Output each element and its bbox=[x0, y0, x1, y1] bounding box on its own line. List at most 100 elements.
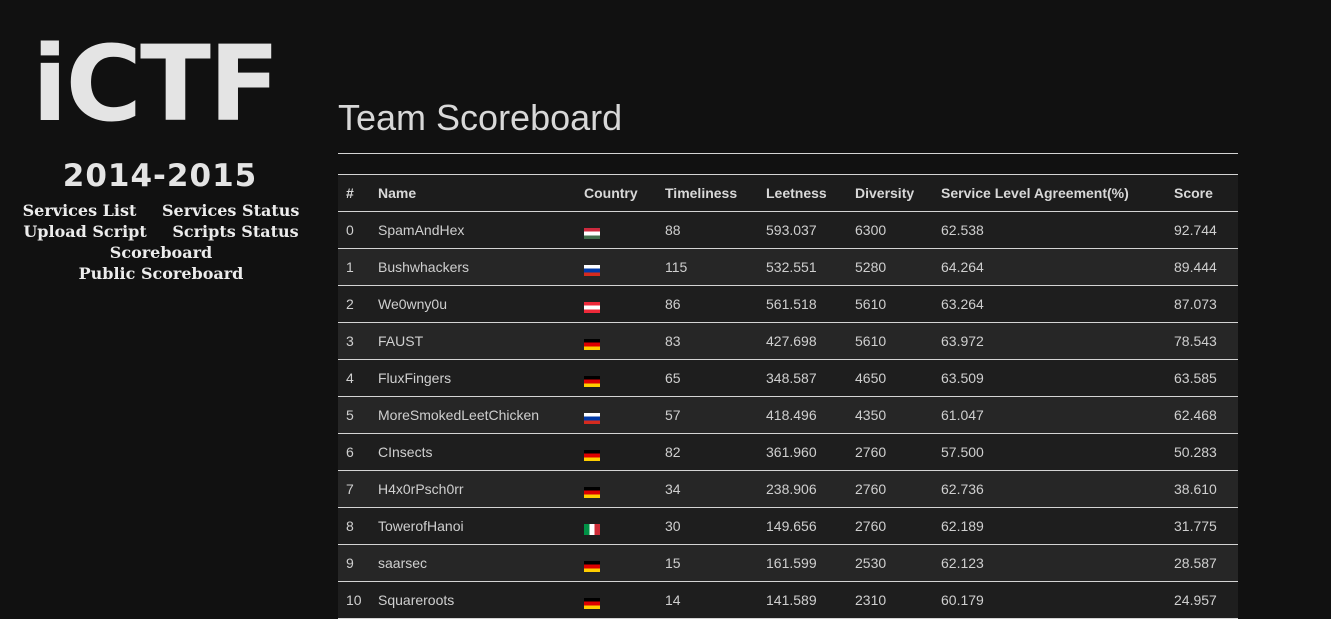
diversity-cell: 5610 bbox=[855, 296, 887, 312]
rank-cell: 5 bbox=[346, 407, 354, 423]
col-header-diversity[interactable]: Diversity bbox=[847, 175, 933, 212]
score-cell: 38.610 bbox=[1174, 481, 1217, 497]
score-cell: 28.587 bbox=[1174, 555, 1217, 571]
col-header-timeliness[interactable]: Timeliness bbox=[657, 175, 758, 212]
rank-cell: 4 bbox=[346, 370, 354, 386]
timeliness-cell: 34 bbox=[665, 481, 681, 497]
leetness-cell: 161.599 bbox=[766, 555, 817, 571]
nav-upload-script[interactable]: Upload Script bbox=[23, 222, 146, 241]
timeliness-cell: 86 bbox=[665, 296, 681, 312]
team-name-cell: TowerofHanoi bbox=[378, 518, 464, 534]
table-row: 1 Bushwhackers 115 532.551 5280 64.264 89.444 bbox=[338, 248, 1238, 286]
hu-flag-icon bbox=[584, 227, 600, 239]
sla-cell: 63.264 bbox=[941, 296, 984, 312]
diversity-cell: 2760 bbox=[855, 518, 887, 534]
col-header-rank[interactable]: # bbox=[338, 175, 370, 212]
score-cell: 89.444 bbox=[1174, 259, 1217, 275]
table-row: 8 TowerofHanoi 30 149.656 2760 62.189 31.775 bbox=[338, 507, 1238, 545]
rank-cell: 7 bbox=[346, 481, 354, 497]
nav-scripts-status[interactable]: Scripts Status bbox=[172, 222, 298, 241]
rank-cell: 9 bbox=[346, 555, 354, 571]
col-header-country[interactable]: Country bbox=[576, 175, 657, 212]
rank-cell: 0 bbox=[346, 222, 354, 238]
ru-flag-icon bbox=[584, 264, 600, 276]
scoreboard-table: # Name Country Timeliness Leetness Diver… bbox=[338, 174, 1238, 619]
col-header-leetness[interactable]: Leetness bbox=[758, 175, 847, 212]
de-flag-icon bbox=[584, 597, 600, 609]
timeliness-cell: 115 bbox=[665, 259, 688, 275]
team-name-cell: MoreSmokedLeetChicken bbox=[378, 407, 540, 423]
country-cell bbox=[576, 582, 657, 619]
timeliness-cell: 82 bbox=[665, 444, 681, 460]
score-cell: 78.543 bbox=[1174, 333, 1217, 349]
col-header-name[interactable]: Name bbox=[370, 175, 576, 212]
sla-cell: 62.736 bbox=[941, 481, 984, 497]
title-divider bbox=[338, 153, 1238, 154]
sla-cell: 63.509 bbox=[941, 370, 984, 386]
at-flag-icon bbox=[584, 301, 600, 313]
country-cell bbox=[576, 545, 657, 582]
it-flag-icon bbox=[584, 523, 600, 535]
country-cell bbox=[576, 249, 657, 286]
diversity-cell: 4350 bbox=[855, 407, 887, 423]
de-flag-icon bbox=[584, 449, 600, 461]
leetness-cell: 593.037 bbox=[766, 222, 817, 238]
col-header-score[interactable]: Score bbox=[1166, 175, 1238, 212]
de-flag-icon bbox=[584, 560, 600, 572]
table-row: 6 CInsects 82 361.960 2760 57.500 50.283 bbox=[338, 433, 1238, 471]
de-flag-icon bbox=[584, 375, 600, 387]
diversity-cell: 2760 bbox=[855, 444, 887, 460]
ictf-logo[interactable]: iCTF bbox=[32, 24, 280, 144]
rank-cell: 8 bbox=[346, 518, 354, 534]
country-cell bbox=[576, 434, 657, 471]
rank-cell: 3 bbox=[346, 333, 354, 349]
nav-public-scoreboard[interactable]: Public Scoreboard bbox=[79, 264, 244, 283]
leetness-cell: 418.496 bbox=[766, 407, 817, 423]
diversity-cell: 4650 bbox=[855, 370, 887, 386]
score-cell: 31.775 bbox=[1174, 518, 1217, 534]
col-header-sla[interactable]: Service Level Agreement(%) bbox=[933, 175, 1166, 212]
leetness-cell: 149.656 bbox=[766, 518, 817, 534]
rank-cell: 6 bbox=[346, 444, 354, 460]
diversity-cell: 5610 bbox=[855, 333, 887, 349]
team-name-cell: We0wny0u bbox=[378, 296, 448, 312]
table-row: 3 FAUST 83 427.698 5610 63.972 78.543 bbox=[338, 322, 1238, 360]
leetness-cell: 238.906 bbox=[766, 481, 817, 497]
country-cell bbox=[576, 471, 657, 508]
team-name-cell: Squareroots bbox=[378, 592, 455, 608]
score-cell: 63.585 bbox=[1174, 370, 1217, 386]
team-name-cell: SpamAndHex bbox=[378, 222, 465, 238]
country-cell bbox=[576, 286, 657, 323]
diversity-cell: 2760 bbox=[855, 481, 887, 497]
team-name-cell: Bushwhackers bbox=[378, 259, 470, 275]
rank-cell: 10 bbox=[346, 592, 362, 608]
diversity-cell: 2310 bbox=[855, 592, 887, 608]
table-row: 10 Squareroots 14 141.589 2310 60.179 24.957 bbox=[338, 581, 1238, 619]
timeliness-cell: 30 bbox=[665, 518, 681, 534]
country-cell bbox=[576, 212, 657, 249]
sla-cell: 61.047 bbox=[941, 407, 984, 423]
page-title: Team Scoreboard bbox=[338, 97, 623, 138]
sla-cell: 64.264 bbox=[941, 259, 984, 275]
nav-row: Public Scoreboard bbox=[0, 263, 322, 284]
table-row: 4 FluxFingers 65 348.587 4650 63.509 63.585 bbox=[338, 359, 1238, 397]
nav-row: Services List Services Status bbox=[0, 200, 322, 221]
nav-services-status[interactable]: Services Status bbox=[162, 201, 299, 220]
score-cell: 92.744 bbox=[1174, 222, 1217, 238]
team-name-cell: saarsec bbox=[378, 555, 428, 571]
leetness-cell: 361.960 bbox=[766, 444, 817, 460]
sla-cell: 63.972 bbox=[941, 333, 984, 349]
timeliness-cell: 88 bbox=[665, 222, 681, 238]
nav-scoreboard[interactable]: Scoreboard bbox=[110, 243, 212, 262]
sla-cell: 62.538 bbox=[941, 222, 984, 238]
country-cell bbox=[576, 397, 657, 434]
nav-services-list[interactable]: Services List bbox=[23, 201, 137, 220]
country-cell bbox=[576, 323, 657, 360]
leetness-cell: 427.698 bbox=[766, 333, 817, 349]
team-name-cell: H4x0rPsch0rr bbox=[378, 481, 464, 497]
country-cell bbox=[576, 508, 657, 545]
team-name-cell: FluxFingers bbox=[378, 370, 452, 386]
score-cell: 62.468 bbox=[1174, 407, 1217, 423]
leetness-cell: 561.518 bbox=[766, 296, 817, 312]
diversity-cell: 6300 bbox=[855, 222, 887, 238]
